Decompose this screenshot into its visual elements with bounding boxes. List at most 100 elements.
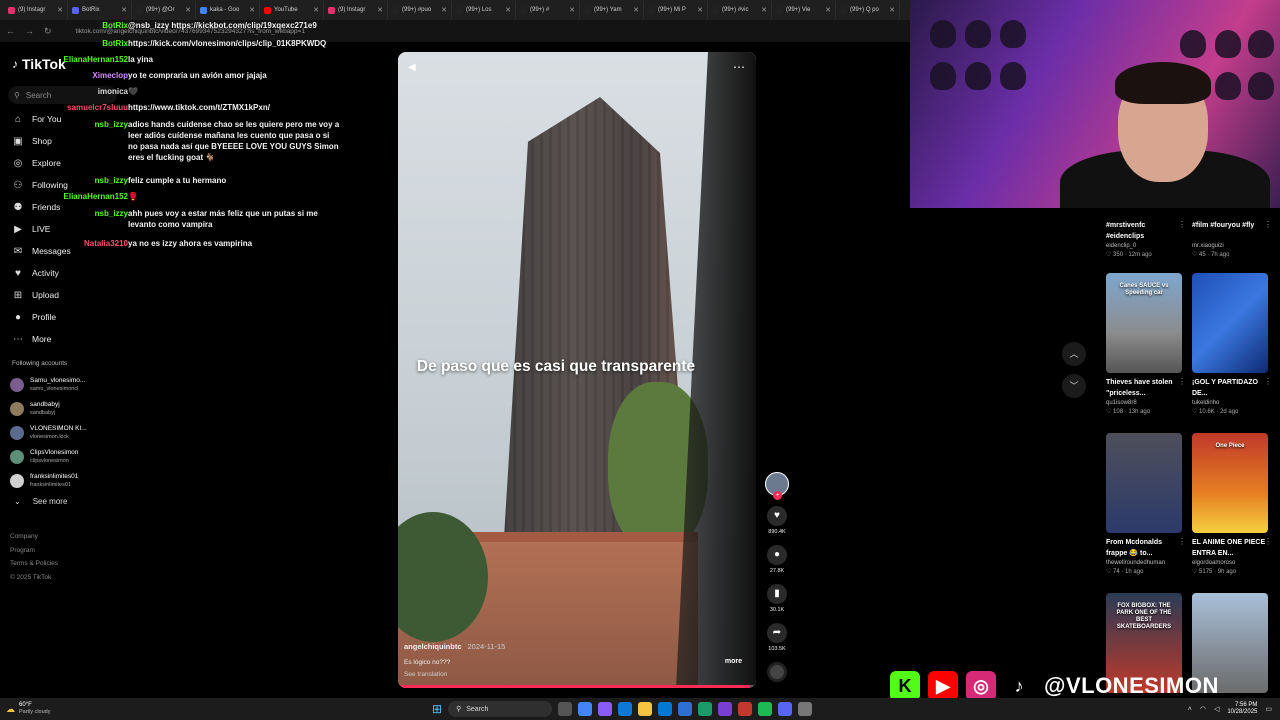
chat-username[interactable]: Natalia3210 bbox=[84, 238, 128, 249]
settings-icon[interactable] bbox=[798, 702, 813, 716]
browser-tab[interactable]: (99+) Mi P ✕ bbox=[644, 1, 708, 19]
chevron-up-icon[interactable]: ˄ bbox=[1188, 706, 1192, 713]
chat-username[interactable]: nsb_izzy bbox=[95, 208, 128, 219]
see-translation-link[interactable]: See translation bbox=[404, 671, 447, 678]
chat-username[interactable]: imonica bbox=[98, 86, 128, 97]
chat-username[interactable]: nsb_izzy bbox=[95, 119, 128, 130]
chat-username[interactable]: ElianaHernan152 bbox=[64, 54, 128, 65]
chat-username[interactable]: nsb_izzy bbox=[95, 175, 128, 186]
chat-username[interactable]: BotRix bbox=[102, 38, 128, 49]
app-icon[interactable] bbox=[718, 702, 733, 716]
video-options-icon[interactable]: ⋮ bbox=[1178, 537, 1186, 546]
copilot-icon[interactable] bbox=[598, 702, 613, 716]
app-icon[interactable] bbox=[698, 702, 713, 716]
video-title[interactable]: #film #fouryou #fly bbox=[1192, 220, 1268, 242]
obs-icon[interactable] bbox=[738, 702, 753, 716]
tab-close-icon[interactable]: ✕ bbox=[825, 6, 831, 14]
follow-plus-icon[interactable]: + bbox=[773, 491, 782, 500]
tab-close-icon[interactable]: ✕ bbox=[761, 6, 767, 14]
video-title[interactable]: Thieves have stolen "priceless... bbox=[1106, 377, 1182, 399]
chrome-icon[interactable] bbox=[578, 702, 593, 716]
browser-tab[interactable]: (99+) Los ✕ bbox=[452, 1, 516, 19]
task-view-icon[interactable] bbox=[558, 702, 573, 716]
mail-icon[interactable] bbox=[658, 702, 673, 716]
store-icon[interactable] bbox=[678, 702, 693, 716]
recommended-video[interactable]: #mrstivenfc #eidenclips eidenclip_0 ♡ 350 … bbox=[1106, 216, 1186, 260]
video-options-icon[interactable]: ⋮ bbox=[1178, 377, 1186, 386]
tab-close-icon[interactable]: ✕ bbox=[569, 6, 575, 14]
video-author[interactable]: thewellroundedhuman bbox=[1106, 559, 1182, 568]
video-title[interactable]: #mrstivenfc #eidenclips bbox=[1106, 220, 1182, 242]
chat-username[interactable]: Ximeclop bbox=[92, 70, 128, 81]
recommended-video[interactable]: Canes SAUCE vs Speeding car Thieves have … bbox=[1106, 273, 1186, 417]
tab-close-icon[interactable]: ✕ bbox=[377, 6, 383, 14]
video-options-icon[interactable]: ⋯ bbox=[733, 60, 746, 74]
video-thumbnail[interactable] bbox=[1106, 433, 1182, 533]
footer-link[interactable]: Program bbox=[10, 544, 115, 558]
recommended-video[interactable]: One Piece EL ANIME ONE PIECE ENTRA EN... e… bbox=[1192, 433, 1272, 577]
spotify-icon[interactable] bbox=[758, 702, 773, 716]
see-more-button[interactable]: ⌄ See more bbox=[0, 493, 125, 510]
previous-video-button[interactable]: ︿ bbox=[1062, 342, 1086, 366]
browser-tab[interactable]: (99+) # ✕ bbox=[516, 1, 580, 19]
following-account[interactable]: franksinlimites01 franksinlimites01 bbox=[0, 469, 125, 493]
video-author[interactable]: angelchiquinbtc 2024-11-15 bbox=[404, 642, 505, 651]
video-thumbnail[interactable] bbox=[1192, 273, 1268, 373]
footer-link[interactable]: Company bbox=[10, 530, 115, 544]
browser-tab[interactable]: (99+) Yam ✕ bbox=[580, 1, 644, 19]
video-progress-bar[interactable] bbox=[398, 685, 756, 688]
comment-action[interactable]: ● 27.8K bbox=[762, 545, 792, 574]
taskbar-search[interactable]: ⚲ Search bbox=[448, 701, 553, 717]
tab-close-icon[interactable]: ✕ bbox=[633, 6, 639, 14]
video-options-icon[interactable]: ⋮ bbox=[1264, 377, 1272, 386]
creator-avatar[interactable]: + bbox=[765, 472, 789, 500]
notifications-icon[interactable]: ▭ bbox=[1265, 705, 1272, 713]
chat-username[interactable]: ElianaHernan152 bbox=[64, 191, 128, 202]
following-account[interactable]: VLONESIMON KI... vlonesimon.kick bbox=[0, 421, 125, 445]
edge-icon[interactable] bbox=[618, 702, 633, 716]
video-title[interactable]: EL ANIME ONE PIECE ENTRA EN... bbox=[1192, 537, 1268, 559]
sidebar-item-more[interactable]: ⋯ More bbox=[0, 328, 125, 350]
chat-username[interactable]: samuelcr7sluuu bbox=[67, 102, 128, 113]
video-options-icon[interactable]: ⋮ bbox=[1264, 220, 1272, 229]
tab-close-icon[interactable]: ✕ bbox=[505, 6, 511, 14]
tab-close-icon[interactable]: ✕ bbox=[697, 6, 703, 14]
wifi-icon[interactable]: ◠ bbox=[1200, 705, 1206, 713]
video-player[interactable]: De paso que es casi que transparente ◀ ⋯… bbox=[398, 52, 756, 688]
forward-icon[interactable]: → bbox=[25, 26, 34, 36]
share-icon[interactable]: ➦ bbox=[767, 623, 787, 643]
volume-icon[interactable]: ◁ bbox=[1214, 705, 1219, 713]
comment-icon[interactable]: ● bbox=[767, 545, 787, 565]
browser-tab[interactable]: (99+) #vic ✕ bbox=[708, 1, 772, 19]
browser-tab[interactable]: (99+) Q po ✕ bbox=[836, 1, 900, 19]
following-account[interactable]: ClipsVlonesimon clipsvlonesimon bbox=[0, 445, 125, 469]
taskbar-clock[interactable]: 7:56 PM 10/28/2025 bbox=[1227, 702, 1257, 716]
video-author[interactable]: eidenclip_0 bbox=[1106, 242, 1182, 251]
file-explorer-icon[interactable] bbox=[638, 702, 653, 716]
bookmark-icon[interactable]: ▮ bbox=[767, 584, 787, 604]
video-author[interactable]: qu1isow8r8 bbox=[1106, 399, 1182, 408]
video-author[interactable]: mr.xiaoguizi bbox=[1192, 242, 1268, 251]
video-thumbnail[interactable]: Canes SAUCE vs Speeding car bbox=[1106, 273, 1182, 373]
following-account[interactable]: Samu_vlonesimo... samu_vlonesimoncl bbox=[0, 373, 125, 397]
video-title[interactable]: ¡GOL Y PARTIDAZO DE... bbox=[1192, 377, 1268, 399]
following-account[interactable]: sandbabyj sandbabyj bbox=[0, 397, 125, 421]
video-options-icon[interactable]: ⋮ bbox=[1178, 220, 1186, 229]
video-author[interactable]: tukeldinho bbox=[1192, 399, 1268, 408]
discord-icon[interactable] bbox=[778, 702, 793, 716]
like-action[interactable]: ♥ 890.4K bbox=[762, 506, 792, 535]
back-icon[interactable]: ← bbox=[6, 26, 15, 36]
sidebar-item-activity[interactable]: ♥ Activity bbox=[0, 262, 125, 284]
description-more-link[interactable]: more bbox=[725, 658, 742, 665]
tab-close-icon[interactable]: ✕ bbox=[889, 6, 895, 14]
video-options-icon[interactable]: ⋮ bbox=[1264, 537, 1272, 546]
mute-icon[interactable]: ◀ bbox=[408, 62, 416, 73]
share-action[interactable]: ➦ 103.5K bbox=[762, 623, 792, 652]
tab-close-icon[interactable]: ✕ bbox=[441, 6, 447, 14]
video-title[interactable]: From Mcdonalds frappe 😂 to... bbox=[1106, 537, 1182, 559]
sidebar-item-profile[interactable]: ● Profile bbox=[0, 306, 125, 328]
save-action[interactable]: ▮ 30.1K bbox=[762, 584, 792, 613]
next-video-button[interactable]: ﹀ bbox=[1062, 374, 1086, 398]
footer-link[interactable]: Terms & Policies bbox=[10, 557, 115, 571]
browser-tab[interactable]: (99+) #puo ✕ bbox=[388, 1, 452, 19]
